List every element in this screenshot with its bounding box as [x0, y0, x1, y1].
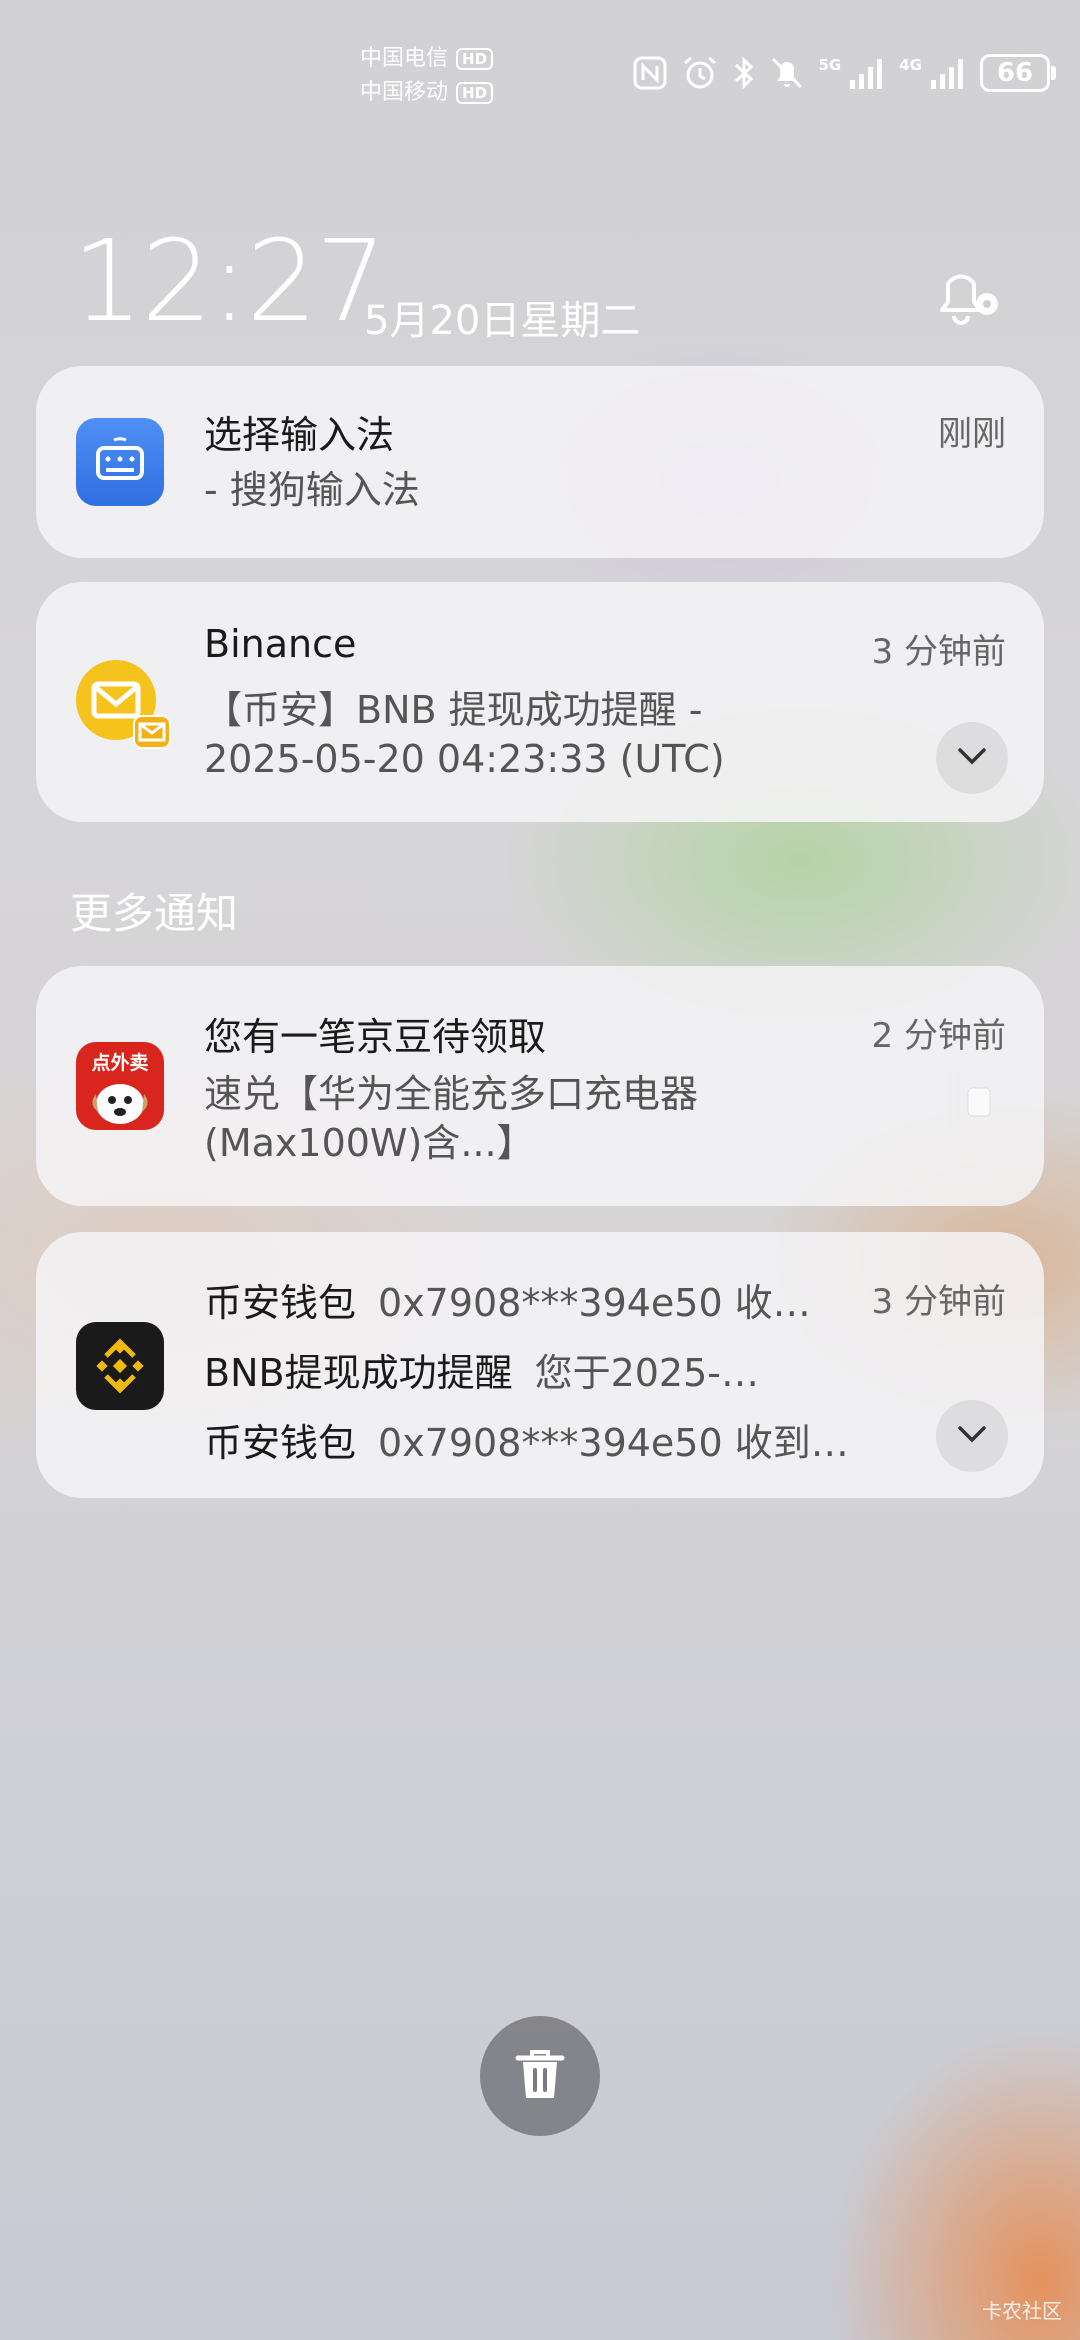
- notification-title: 选择输入法: [204, 413, 395, 457]
- battery-indicator: 66: [980, 54, 1056, 92]
- alarm-icon: [681, 55, 719, 91]
- notification-time: 3 分钟前: [871, 632, 1006, 672]
- carrier-info: 中国电信 HD 中国移动 HD: [360, 42, 494, 110]
- notification-time: 3 分钟前: [871, 1282, 1006, 1322]
- binance-logo-icon: [76, 1322, 164, 1410]
- chevron-down-icon: [956, 1424, 988, 1448]
- keyboard-icon: [76, 418, 164, 506]
- lockscreen-date: 5月20日星期二: [364, 298, 641, 344]
- notification-body-line: 2025-05-20 04:23:33 (UTC): [204, 737, 725, 781]
- hd-badge: HD: [456, 82, 494, 104]
- nfc-icon: [633, 56, 667, 90]
- trash-icon: [514, 2046, 566, 2106]
- notification-time: 2 分钟前: [871, 1016, 1006, 1056]
- expand-button[interactable]: [936, 1400, 1008, 1472]
- notification-line-text: 0x7908***394e50 收…: [378, 1281, 811, 1325]
- clear-all-button[interactable]: [480, 2016, 600, 2136]
- notification-body-line: 【币安】BNB 提现成功提醒 -: [204, 688, 703, 732]
- network-5g-label: 5G: [818, 56, 842, 74]
- notification-line-text: 您于2025-…: [534, 1351, 759, 1395]
- notification-card-input-method[interactable]: 选择输入法 刚刚 - 搜狗输入法: [36, 366, 1044, 558]
- expand-button[interactable]: [936, 722, 1008, 794]
- mute-bell-icon: [769, 55, 805, 91]
- carrier-2: 中国移动: [360, 80, 449, 105]
- dianwaimai-icon: 点外卖: [76, 1042, 164, 1130]
- hd-badge: HD: [456, 48, 494, 70]
- carrier-1: 中国电信: [360, 46, 449, 71]
- notification-line: 币安钱包 0x7908***394e50 收到…: [204, 1412, 849, 1467]
- notification-line: BNB提现成功提醒 您于2025-…: [204, 1342, 759, 1397]
- notification-card-dianwaimai[interactable]: 点外卖 您有一笔京豆待领取 2 分钟前 速兑【华为全能充多口充电器 (Max10…: [36, 966, 1044, 1206]
- notification-title: Binance: [204, 622, 357, 666]
- product-thumbnail: [942, 1070, 998, 1134]
- battery-level: 66: [996, 58, 1034, 88]
- bluetooth-icon: [733, 55, 755, 91]
- chevron-down-icon: [956, 746, 988, 770]
- lockscreen-clock: 12:27: [72, 217, 387, 347]
- notification-line-title: BNB提现成功提醒: [204, 1351, 513, 1395]
- notification-body-line: 速兑【华为全能充多口充电器: [204, 1072, 699, 1116]
- signal-icon: [849, 56, 885, 90]
- watermark: 卡农社区: [982, 2299, 1062, 2323]
- notification-line: 币安钱包 0x7908***394e50 收…: [204, 1272, 811, 1327]
- notification-line-text: 0x7908***394e50 收到…: [378, 1421, 849, 1465]
- notification-title: 您有一笔京豆待领取: [204, 1015, 547, 1059]
- system-icons: 5G 4G 66: [633, 54, 1056, 92]
- notification-body: - 搜狗输入法: [204, 468, 420, 512]
- signal-icon-2: [930, 56, 966, 90]
- notification-time: 刚刚: [938, 414, 1006, 454]
- notification-card-binance-wallet[interactable]: 币安钱包 0x7908***394e50 收… 3 分钟前 BNB提现成功提醒 您于…: [36, 1232, 1044, 1498]
- notification-line-title: 币安钱包: [204, 1281, 357, 1325]
- notification-card-binance[interactable]: Binance 3 分钟前 【币安】BNB 提现成功提醒 - 2025-05-2…: [36, 582, 1044, 822]
- mail-icon: [76, 658, 171, 749]
- network-4g-label: 4G: [899, 56, 922, 74]
- status-bar: 中国电信 HD 中国移动 HD 5G 4G 66: [0, 0, 1080, 140]
- notification-line-title: 币安钱包: [204, 1421, 357, 1465]
- notification-body-line: (Max100W)含...】: [204, 1121, 535, 1165]
- notification-settings-icon[interactable]: [932, 254, 1004, 334]
- more-notifications-label: 更多通知: [70, 889, 239, 938]
